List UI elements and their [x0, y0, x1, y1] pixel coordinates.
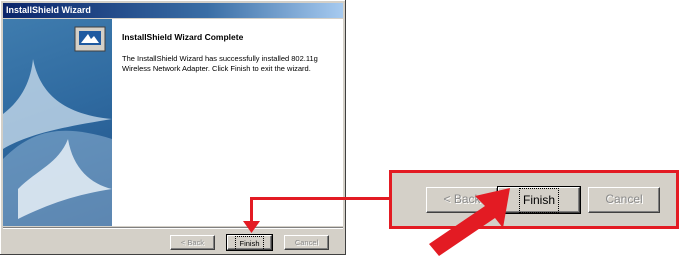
content-panel: InstallShield Wizard Complete The Instal…	[112, 19, 343, 226]
finish-button-label: Finish	[235, 236, 264, 251]
title-bar: InstallShield Wizard	[3, 3, 343, 18]
connector-vertical-line	[250, 197, 253, 222]
connector-arrowhead-icon	[243, 221, 260, 233]
completion-heading: InstallShield Wizard Complete	[122, 32, 244, 42]
cancel-button[interactable]: Cancel	[284, 235, 329, 250]
connector-horizontal-line	[250, 197, 389, 200]
zoom-cancel-button[interactable]: Cancel	[588, 187, 660, 213]
finish-button[interactable]: Finish	[226, 234, 273, 251]
footer-divider	[3, 227, 343, 229]
installshield-dialog: InstallShield Wizard InstallShield Wizar…	[0, 0, 346, 255]
back-button[interactable]: < Back	[170, 235, 215, 250]
side-banner-image	[3, 19, 112, 226]
wave-graphic	[3, 26, 112, 226]
completion-message: The InstallShield Wizard has successfull…	[122, 54, 318, 73]
pointer-arrow-icon	[429, 188, 510, 256]
